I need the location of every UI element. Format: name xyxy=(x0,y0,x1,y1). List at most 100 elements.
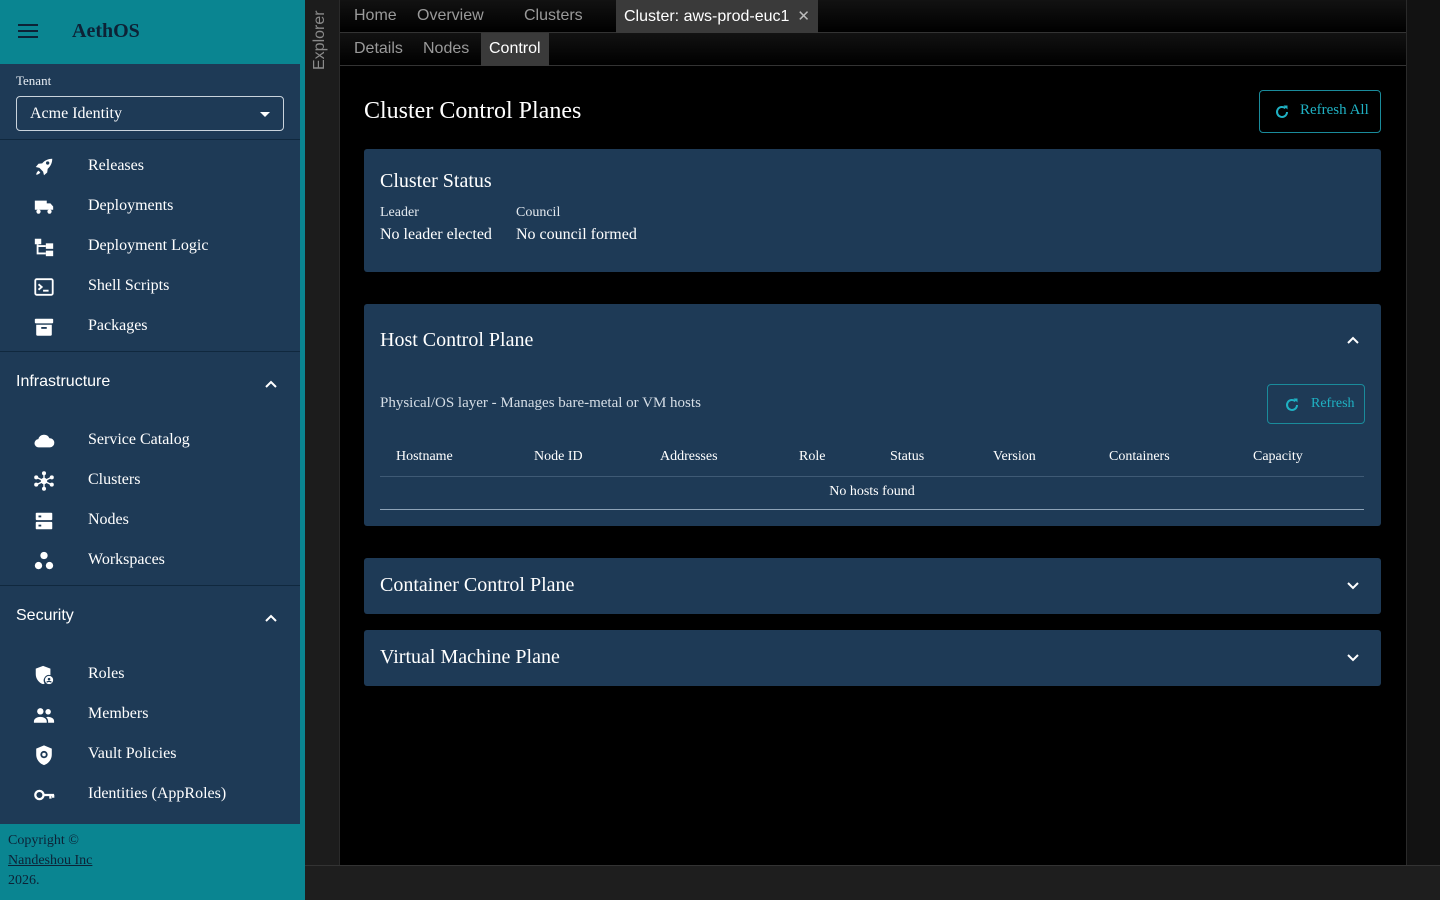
virtual-machine-plane-title[interactable]: Virtual Machine Plane xyxy=(380,646,560,669)
column-header-version[interactable]: Version xyxy=(993,449,1036,465)
cluster-status-card: Cluster Status Leader No leader elected … xyxy=(364,149,1381,272)
server-icon xyxy=(33,510,55,532)
workspaces-icon xyxy=(33,550,55,572)
sidebar-item-nodes[interactable]: Nodes xyxy=(0,501,300,541)
page-title: Cluster Control Planes xyxy=(364,98,582,124)
host-control-plane-panel: Host Control Plane Physical/OS layer - M… xyxy=(364,304,1381,526)
sidebar-nav: Tenant Acme Identity Releases Deployment… xyxy=(0,64,300,824)
sidebar-item-label: Members xyxy=(88,705,149,722)
sidebar-item-packages[interactable]: Packages xyxy=(0,307,300,347)
tab-cluster-aws-prod-euc1[interactable]: Cluster: aws-prod-euc1 ✕ xyxy=(616,0,818,33)
tab-label: Cluster: aws-prod-euc1 xyxy=(624,8,790,25)
sidebar-item-clusters[interactable]: Clusters xyxy=(0,461,300,501)
section-label: Security xyxy=(16,607,74,624)
chevron-up-icon xyxy=(264,377,278,391)
sidebar-header: AethOS xyxy=(0,0,305,64)
truck-icon xyxy=(33,196,55,218)
leader-label: Leader xyxy=(380,205,419,220)
right-panel-strip xyxy=(1406,0,1440,865)
sidebar-item-label: Identities (AppRoles) xyxy=(88,785,227,802)
column-header-capacity[interactable]: Capacity xyxy=(1253,449,1303,465)
sidebar-divider xyxy=(0,351,300,352)
sidebar-item-label: Roles xyxy=(88,665,125,682)
sidebar-item-vault-policies[interactable]: Vault Policies xyxy=(0,735,300,775)
copyright-text: Copyright © xyxy=(8,833,79,848)
council-label: Council xyxy=(516,205,561,220)
tab-home[interactable]: Home xyxy=(354,0,397,33)
cluster-status-title: Cluster Status xyxy=(380,170,492,192)
column-header-addresses[interactable]: Addresses xyxy=(660,449,718,465)
table-header: Hostname Node ID Addresses Role Status V… xyxy=(380,437,1364,477)
company-link[interactable]: Nandeshou Inc xyxy=(8,853,92,868)
refresh-hosts-button[interactable]: Refresh xyxy=(1267,384,1365,424)
sidebar-item-workspaces[interactable]: Workspaces xyxy=(0,541,300,581)
sidebar-item-members[interactable]: Members xyxy=(0,695,300,735)
tenant-label: Tenant xyxy=(16,73,52,88)
sidebar-item-label: Deployment Logic xyxy=(88,237,209,254)
sidebar-divider xyxy=(0,585,300,586)
sidebar-item-identities[interactable]: Identities (AppRoles) xyxy=(0,775,300,815)
hub-icon xyxy=(33,470,55,492)
chevron-up-icon[interactable] xyxy=(1346,333,1360,347)
column-header-node-id[interactable]: Node ID xyxy=(534,449,583,465)
container-control-plane-panel[interactable]: Container Control Plane xyxy=(364,558,1381,614)
council-value: No council formed xyxy=(516,226,637,243)
section-infrastructure[interactable]: Infrastructure xyxy=(0,364,300,404)
close-icon[interactable]: ✕ xyxy=(797,8,810,25)
subtab-nodes[interactable]: Nodes xyxy=(423,33,469,66)
chevron-up-icon xyxy=(264,611,278,625)
menu-icon[interactable] xyxy=(18,24,38,40)
sidebar-item-label: Shell Scripts xyxy=(88,277,170,294)
subtab-details[interactable]: Details xyxy=(354,33,403,66)
sidebar-item-label: Clusters xyxy=(88,471,141,488)
section-security[interactable]: Security xyxy=(0,598,300,638)
sidebar-item-label: Workspaces xyxy=(88,551,165,568)
container-control-plane-title[interactable]: Container Control Plane xyxy=(380,574,574,597)
people-icon xyxy=(33,704,55,726)
tenant-select[interactable]: Acme Identity xyxy=(16,96,284,131)
key-icon xyxy=(33,784,55,806)
chevron-down-icon[interactable] xyxy=(1346,651,1360,665)
refresh-icon xyxy=(1284,397,1300,413)
sidebar-item-deployments[interactable]: Deployments xyxy=(0,187,300,227)
sidebar-item-label: Vault Policies xyxy=(88,745,177,762)
dropdown-caret-icon xyxy=(260,112,270,117)
tab-overview[interactable]: Overview xyxy=(417,0,484,33)
sidebar-item-label: Deployments xyxy=(88,197,174,214)
status-bar xyxy=(305,865,1440,900)
explorer-toggle[interactable]: Explorer xyxy=(311,10,329,70)
subtab-control[interactable]: Control xyxy=(481,33,549,66)
sidebar-item-roles[interactable]: Roles xyxy=(0,655,300,695)
refresh-icon xyxy=(1274,104,1290,120)
chevron-down-icon[interactable] xyxy=(1346,579,1360,593)
sidebar-item-label: Nodes xyxy=(88,511,129,528)
sidebar-item-label: Packages xyxy=(88,317,148,334)
cloud-icon xyxy=(33,430,55,452)
tab-clusters[interactable]: Clusters xyxy=(524,0,583,33)
refresh-all-button[interactable]: Refresh All xyxy=(1259,90,1381,133)
column-header-containers[interactable]: Containers xyxy=(1109,449,1170,465)
host-plane-description: Physical/OS layer - Manages bare-metal o… xyxy=(380,395,701,411)
hosts-table: Hostname Node ID Addresses Role Status V… xyxy=(380,437,1364,510)
column-header-role[interactable]: Role xyxy=(799,449,825,465)
terminal-icon xyxy=(33,276,55,298)
app-title: AethOS xyxy=(72,20,140,42)
virtual-machine-plane-panel[interactable]: Virtual Machine Plane xyxy=(364,630,1381,686)
leader-value: No leader elected xyxy=(380,226,492,243)
sidebar-item-label: Service Catalog xyxy=(88,431,190,448)
refresh-all-label: Refresh All xyxy=(1300,102,1369,118)
host-control-plane-title[interactable]: Host Control Plane xyxy=(380,329,533,352)
refresh-label: Refresh xyxy=(1311,396,1355,411)
column-header-hostname[interactable]: Hostname xyxy=(396,449,453,465)
sidebar-item-releases[interactable]: Releases xyxy=(0,147,300,187)
column-header-status[interactable]: Status xyxy=(890,449,924,465)
tab-bar: Home Overview Clusters Cluster: aws-prod… xyxy=(340,0,1406,33)
sidebar-divider xyxy=(0,139,300,140)
sidebar-item-deployment-logic[interactable]: Deployment Logic xyxy=(0,227,300,267)
rocket-icon xyxy=(33,156,55,178)
sidebar-item-service-catalog[interactable]: Service Catalog xyxy=(0,421,300,461)
copyright: Copyright © Nandeshou Inc 2026. xyxy=(8,831,92,891)
policy-shield-icon xyxy=(33,744,55,766)
sidebar-item-shell-scripts[interactable]: Shell Scripts xyxy=(0,267,300,307)
sidebar: AethOS Tenant Acme Identity Releases Dep… xyxy=(0,0,305,900)
